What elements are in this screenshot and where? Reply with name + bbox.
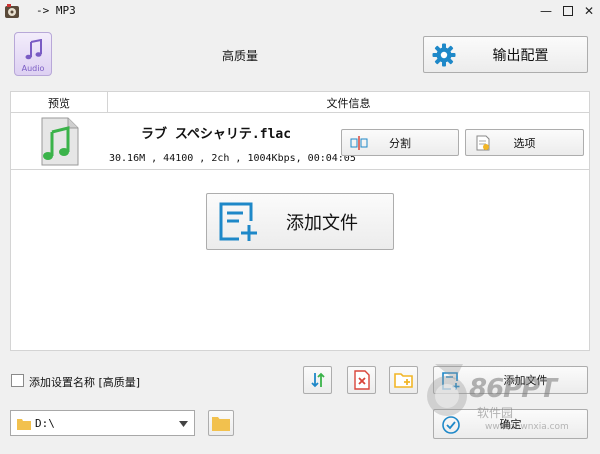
add-folder-icon	[393, 373, 413, 388]
folder-icon	[17, 419, 31, 430]
file-table: 预览 文件信息 ラブ スペシャリテ.flac 30.16M , 44100 , …	[10, 91, 590, 351]
table-row[interactable]: ラブ スペシャリテ.flac 30.16M , 44100 , 2ch , 10…	[11, 113, 589, 170]
save-setting-label: 添加设置名称 [高质量]	[29, 376, 141, 389]
window-title: -> MP3	[36, 4, 76, 17]
sort-arrows-icon	[310, 372, 325, 388]
ok-label: 确定	[499, 418, 522, 431]
output-config-label: 输出配置	[492, 47, 549, 64]
split-icon	[350, 136, 368, 150]
file-name: ラブ スペシャリテ.flac	[141, 127, 292, 142]
check-circle-icon	[442, 416, 460, 434]
sort-button[interactable]	[303, 366, 332, 394]
save-setting-checkbox[interactable]	[11, 374, 24, 387]
clear-list-button[interactable]	[347, 366, 376, 394]
drive-value: D:\	[35, 417, 55, 430]
app-icon	[4, 3, 20, 19]
chevron-down-icon	[179, 421, 188, 427]
quality-label: 高质量	[221, 49, 258, 63]
maximize-button[interactable]	[560, 3, 576, 19]
table-header: 预览 文件信息	[11, 92, 589, 113]
add-file-large-label: 添加文件	[286, 212, 358, 234]
add-folder-button[interactable]	[389, 366, 418, 394]
audio-file-thumbnail-icon	[36, 116, 82, 167]
output-config-button[interactable]: 输出配置	[423, 36, 588, 73]
delete-file-icon	[353, 370, 370, 390]
browse-folder-button[interactable]	[208, 410, 234, 436]
music-note-icon	[25, 39, 42, 60]
column-header-preview: 预览	[48, 97, 70, 110]
title-bar: -> MP3 — ✕	[0, 0, 600, 22]
options-icon	[476, 135, 490, 151]
audio-format-label: Audio	[21, 64, 45, 73]
options-button[interactable]: 选项	[465, 129, 584, 156]
split-button[interactable]: 分割	[341, 129, 459, 156]
add-file-button[interactable]: 添加文件	[433, 366, 588, 394]
close-button[interactable]: ✕	[581, 3, 597, 19]
open-folder-icon	[212, 416, 230, 431]
minimize-button[interactable]: —	[538, 3, 554, 19]
add-file-label: 添加文件	[503, 374, 548, 387]
column-header-file-info: 文件信息	[326, 97, 371, 110]
output-drive-select[interactable]: D:\	[10, 410, 195, 436]
file-details: 30.16M , 44100 , 2ch , 1004Kbps, 00:04:0…	[109, 153, 356, 164]
options-label: 选项	[513, 136, 536, 150]
add-file-large-button[interactable]: 添加文件	[206, 193, 394, 250]
add-file-small-icon	[442, 372, 460, 390]
add-file-icon	[219, 202, 257, 241]
ok-button[interactable]: 确定	[433, 409, 588, 439]
audio-format-icon[interactable]: Audio	[14, 32, 52, 76]
gear-icon	[432, 43, 456, 67]
split-label: 分割	[389, 136, 411, 150]
